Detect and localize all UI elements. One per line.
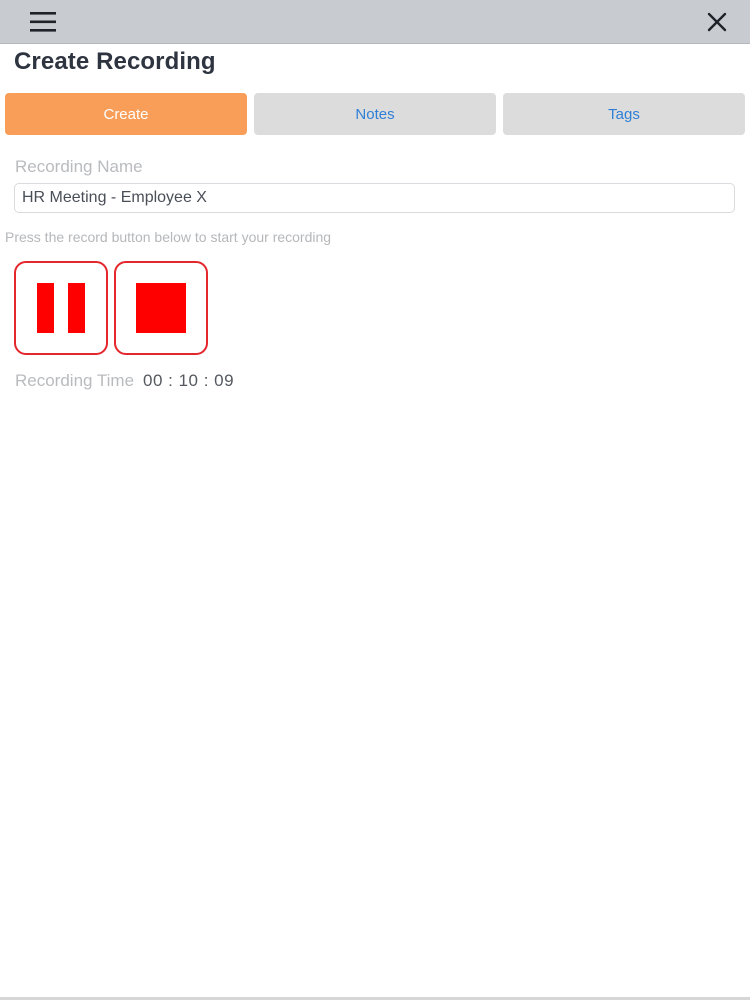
top-navigation-bar bbox=[0, 0, 750, 44]
record-hint-text: Press the record button below to start y… bbox=[5, 229, 332, 245]
recording-name-input[interactable] bbox=[14, 183, 735, 213]
stop-button[interactable] bbox=[114, 261, 208, 355]
tab-tags[interactable]: Tags bbox=[503, 93, 745, 135]
pause-icon-bar-right bbox=[68, 283, 85, 333]
tab-create[interactable]: Create bbox=[5, 93, 247, 135]
pause-button[interactable] bbox=[14, 261, 108, 355]
pause-icon-bar-left bbox=[37, 283, 54, 333]
tab-bar: Create Notes Tags bbox=[5, 93, 745, 135]
menu-button[interactable] bbox=[28, 9, 58, 35]
recording-time-label: Recording Time bbox=[15, 371, 135, 390]
close-x-icon bbox=[707, 12, 727, 32]
tab-notes[interactable]: Notes bbox=[254, 93, 496, 135]
recording-time-value: 00 : 10 : 09 bbox=[143, 371, 235, 390]
stop-icon bbox=[136, 283, 186, 333]
hamburger-menu-icon bbox=[30, 12, 56, 32]
close-button[interactable] bbox=[704, 9, 730, 35]
recording-name-label: Recording Name bbox=[15, 157, 143, 176]
page-title: Create Recording bbox=[14, 48, 216, 75]
